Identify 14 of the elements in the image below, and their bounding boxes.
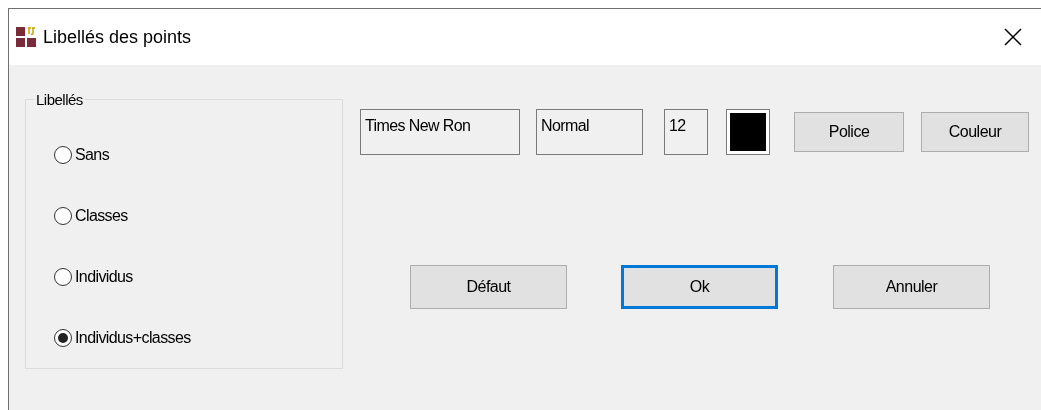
radio-label[interactable]: Individus <box>75 267 133 286</box>
font-button[interactable]: Police <box>794 112 904 152</box>
color-button[interactable]: Couleur <box>921 112 1029 152</box>
font-name-field[interactable]: Times New Ron <box>360 109 520 155</box>
font-size-field[interactable]: 12 <box>664 109 708 155</box>
radio-label[interactable]: Sans <box>75 145 110 164</box>
group-legend: Libellés <box>34 91 85 108</box>
dialog-button[interactable]: Défaut <box>410 265 567 309</box>
dialog-button[interactable]: Annuler <box>833 265 990 309</box>
window-title: Libellés des points <box>43 26 192 48</box>
dialog-button[interactable]: Ok <box>621 265 778 309</box>
font-style-field[interactable]: Normal <box>536 109 643 155</box>
radio-label[interactable]: Classes <box>75 206 128 225</box>
radio-label[interactable]: Individus+classes <box>75 328 191 347</box>
